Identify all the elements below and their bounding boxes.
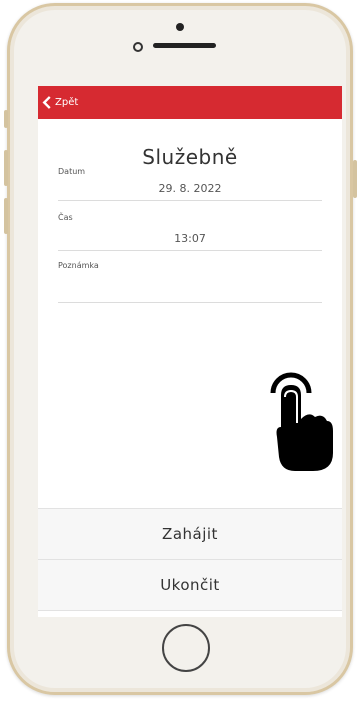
proximity-sensor <box>176 23 184 31</box>
start-button-label: Zahájit <box>162 525 218 543</box>
note-input[interactable] <box>58 280 322 303</box>
end-button-label: Ukončit <box>160 576 220 594</box>
front-camera <box>133 42 143 52</box>
note-label: Poznámka <box>58 261 99 270</box>
page-title: Služebně <box>142 145 238 169</box>
phone-side-button <box>4 150 8 186</box>
earpiece-speaker <box>153 43 216 48</box>
home-button[interactable] <box>162 624 210 672</box>
time-field[interactable]: Čas 13:07 <box>58 213 322 251</box>
time-label: Čas <box>58 213 73 222</box>
phone-side-button <box>4 198 8 234</box>
app-screen: Zpět Služebně Datum 29. 8. 2022 Čas 13:0… <box>38 86 342 617</box>
chevron-left-icon <box>42 96 51 109</box>
end-button[interactable]: Ukončit <box>38 559 342 611</box>
top-bar: Zpět <box>38 86 342 119</box>
start-button[interactable]: Zahájit <box>38 508 342 559</box>
note-field[interactable]: Poznámka <box>58 261 322 303</box>
phone-side-button <box>353 160 357 198</box>
date-value[interactable]: 29. 8. 2022 <box>58 178 322 201</box>
phone-side-button <box>4 110 8 128</box>
tap-hand-icon <box>270 372 333 471</box>
date-label: Datum <box>58 167 86 176</box>
time-value[interactable]: 13:07 <box>58 228 322 251</box>
action-buttons: Zahájit Ukončit <box>38 508 342 611</box>
date-field[interactable]: Datum 29. 8. 2022 <box>58 167 322 201</box>
back-button[interactable]: Zpět <box>42 96 78 109</box>
back-label: Zpět <box>55 97 79 108</box>
